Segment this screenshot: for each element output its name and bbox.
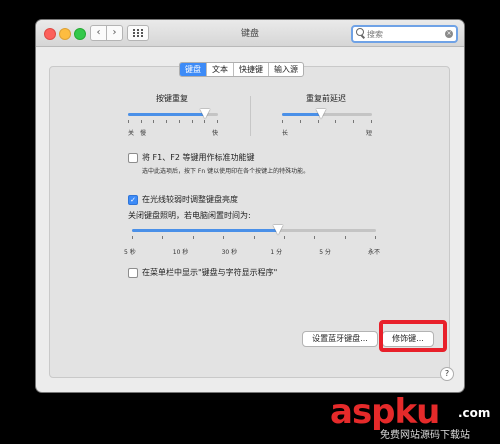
slider-tick: [166, 120, 168, 123]
tab-bar: 键盘 文本 快捷键 输入源: [179, 62, 304, 77]
delay-title: 重复前延迟: [306, 94, 346, 103]
slider-tick: [204, 120, 206, 123]
backlight-timeout-fill: [132, 229, 279, 232]
key-repeat-fill: [128, 113, 205, 116]
fn-keys-checkbox[interactable]: [128, 153, 138, 163]
title-bar: ‹ › 键盘 ×: [36, 20, 464, 47]
fn-keys-label: 将 F1、F2 等键用作标准功能键: [142, 153, 255, 162]
slider-tick: [140, 120, 142, 123]
backlight-tick-label: 1 分: [270, 249, 283, 256]
menu-bar-checkbox[interactable]: [128, 268, 138, 278]
search-input[interactable]: [367, 27, 437, 41]
slider-tick: [162, 236, 164, 239]
slider-tick: [178, 120, 180, 123]
slider-tick: [353, 120, 355, 123]
delay-long-label: 长: [282, 130, 289, 137]
tab-text[interactable]: 文本: [207, 63, 234, 76]
delay-knob[interactable]: [315, 109, 326, 119]
backlight-tick-label: 10 秒: [172, 249, 189, 256]
slider-tick: [192, 236, 194, 239]
slider-tick: [344, 236, 346, 239]
tab-shortcuts[interactable]: 快捷键: [234, 63, 269, 76]
slider-tick: [314, 236, 316, 239]
tab-input-sources[interactable]: 输入源: [269, 63, 303, 76]
backlight-tick-label: 30 秒: [221, 249, 238, 256]
key-repeat-fast-label: 快: [212, 130, 219, 137]
key-repeat-slider[interactable]: [128, 109, 218, 123]
backlight-checkbox[interactable]: ✓: [128, 195, 138, 205]
backlight-tick-label: 5 分: [319, 249, 331, 256]
menu-bar-label: 在菜单栏中显示"键盘与字符显示程序": [142, 268, 278, 277]
slider-tick: [253, 236, 255, 239]
slider-tick: [299, 120, 301, 123]
backlight-timeout-slider[interactable]: [132, 225, 376, 239]
key-repeat-slow-label: 慢: [140, 130, 147, 137]
delay-slider[interactable]: [282, 109, 372, 123]
key-repeat-ticks: [128, 120, 218, 124]
backlight-timeout-ticks: [132, 236, 376, 240]
backlight-tick-label: 永不: [368, 249, 381, 256]
backlight-tick-label: 5 秒: [124, 249, 136, 256]
key-repeat-title: 按键重复: [156, 94, 188, 103]
slider-tick: [283, 236, 285, 239]
help-button[interactable]: ?: [440, 367, 454, 381]
search-field[interactable]: ×: [351, 25, 458, 43]
slider-divider: [250, 96, 251, 136]
slider-tick: [217, 120, 218, 123]
backlight-timeout-label: 关闭键盘照明，若电脑闲置时间为:: [128, 211, 251, 220]
slider-tick: [282, 120, 283, 123]
fn-keys-note: 选中此选项后，按下 Fn 键以使用印在各个按键上的特殊功能。: [142, 168, 310, 175]
slider-tick: [191, 120, 193, 123]
checkmark-icon: ✓: [130, 196, 136, 204]
slider-tick: [153, 120, 155, 123]
slider-tick: [223, 236, 225, 239]
slider-tick: [371, 120, 372, 123]
delay-short-label: 短: [366, 130, 373, 137]
backlight-timeout-knob[interactable]: [273, 225, 284, 235]
setup-bluetooth-keyboard-button[interactable]: 设置蓝牙键盘...: [302, 331, 378, 347]
delay-ticks: [282, 120, 372, 124]
slider-tick: [375, 236, 376, 239]
search-icon: [356, 28, 364, 36]
backlight-label: 在光线较弱时调整键盘亮度: [142, 195, 238, 204]
clear-search-icon[interactable]: ×: [445, 30, 453, 38]
slider-tick: [317, 120, 319, 123]
slider-tick: [335, 120, 337, 123]
tab-keyboard[interactable]: 键盘: [180, 63, 207, 76]
modifier-keys-highlight: [379, 320, 447, 352]
key-repeat-off-label: 关: [128, 130, 135, 137]
watermark: aspku .com 免费网站源码下载站: [330, 392, 500, 444]
slider-tick: [128, 120, 129, 123]
watermark-suffix: .com: [458, 406, 491, 420]
key-repeat-knob[interactable]: [199, 109, 210, 119]
watermark-subtitle: 免费网站源码下载站: [380, 430, 470, 441]
slider-tick: [132, 236, 133, 239]
